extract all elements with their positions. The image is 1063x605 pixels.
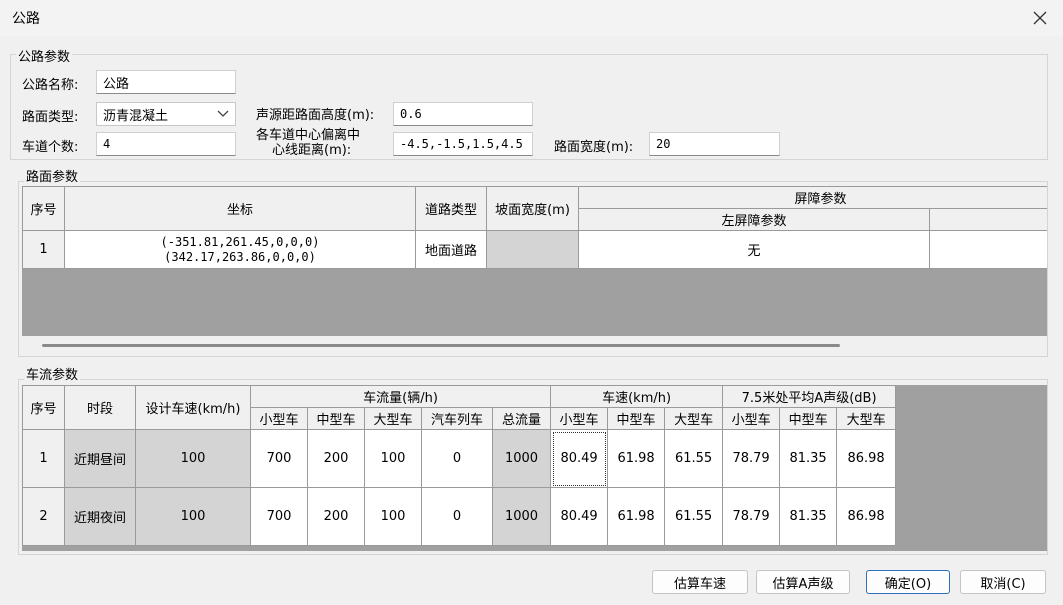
surface-header-road-type: 道路类型 (415, 186, 487, 231)
source-height-input[interactable]: 0.6 (393, 102, 533, 126)
horizontal-scrollbar[interactable] (22, 336, 1047, 354)
surface-type-value: 沥青混凝土 (103, 108, 169, 124)
speed-small-cell[interactable]: 80.49 (550, 487, 609, 546)
traffic-header-speed: 车速(km/h) (550, 385, 724, 408)
db-small-cell[interactable]: 78.79 (722, 487, 781, 546)
close-button[interactable] (1025, 4, 1055, 32)
title-bar: 公路 (0, 0, 1063, 36)
db-large-cell[interactable]: 86.98 (836, 429, 897, 488)
surface-header-barrier: 屏障参数 (577, 186, 1047, 209)
scrollbar-thumb[interactable] (42, 344, 840, 347)
flow-large-cell[interactable]: 100 (364, 487, 422, 546)
flow-total-cell: 1000 (491, 429, 552, 488)
header-speed-medium: 中型车 (607, 407, 666, 430)
speed-large-cell[interactable]: 61.55 (664, 487, 724, 546)
surface-row-index: 1 (22, 230, 65, 269)
traffic-header-noise: 7.5米处平均A声级(dB) (722, 385, 897, 408)
road-params-title: 公路参数 (16, 46, 73, 65)
surface-table-area[interactable]: 序号 坐标 道路类型 坡面宽度(m) 屏障参数 左屏障参数 1 (-351.81… (22, 186, 1047, 354)
surface-row-coords[interactable]: (-351.81,261.45,0,0,0) (342.17,263.86,0,… (64, 230, 416, 269)
traffic-row-period: 近期昼间 (64, 429, 136, 488)
surface-header-index: 序号 (22, 186, 65, 231)
flow-small-cell[interactable]: 700 (250, 429, 308, 488)
db-medium-cell[interactable]: 81.35 (779, 429, 838, 488)
flow-small-cell[interactable]: 700 (250, 487, 308, 546)
header-flow-small: 小型车 (250, 407, 308, 430)
road-width-input[interactable]: 20 (649, 132, 780, 156)
flow-train-cell[interactable]: 0 (421, 429, 493, 488)
db-medium-cell[interactable]: 81.35 (779, 487, 838, 546)
traffic-params-title: 车流参数 (24, 364, 81, 383)
coord-line-1: (-351.81,261.45,0,0,0) (160, 234, 320, 249)
surface-row-road-type[interactable]: 地面道路 (415, 230, 487, 269)
traffic-row-index: 2 (22, 487, 65, 546)
estimate-level-button[interactable]: 估算A声级 (756, 570, 850, 594)
surface-row-left-barrier[interactable]: 无 (578, 230, 930, 269)
coord-line-2: (342.17,263.86,0,0,0) (164, 249, 316, 264)
source-height-label: 声源距路面高度(m): (256, 108, 375, 123)
road-name-label: 公路名称: (22, 78, 79, 93)
lane-offset-label-2: 心线距离(m): (272, 143, 352, 158)
table-row[interactable]: 1 (-351.81,261.45,0,0,0) (342.17,263.86,… (22, 230, 1047, 269)
surface-type-select[interactable]: 沥青混凝土 (96, 102, 236, 126)
close-icon (1033, 11, 1047, 25)
header-flow-train: 汽车列车 (421, 407, 493, 430)
speed-medium-cell[interactable]: 61.98 (607, 429, 666, 488)
header-db-large: 大型车 (836, 407, 897, 430)
lane-offset-input[interactable]: -4.5,-1.5,1.5,4.5 (393, 132, 533, 156)
estimate-speed-button[interactable]: 估算车速 (652, 570, 748, 594)
traffic-row-index: 1 (22, 429, 65, 488)
header-flow-total: 总流量 (491, 407, 552, 430)
flow-large-cell[interactable]: 100 (364, 429, 422, 488)
traffic-row-period: 近期夜间 (64, 487, 136, 546)
speed-medium-cell[interactable]: 61.98 (607, 487, 666, 546)
header-speed-large: 大型车 (664, 407, 724, 430)
surface-header-coords: 坐标 (64, 186, 416, 231)
db-large-cell[interactable]: 86.98 (836, 487, 897, 546)
traffic-row-design-speed: 100 (135, 487, 251, 546)
traffic-table-area[interactable]: 序号 时段 设计车速(km/h) 车流量(辆/h) 车速(km/h) 7.5米处… (22, 385, 1047, 551)
flow-train-cell[interactable]: 0 (421, 487, 493, 546)
db-small-cell[interactable]: 78.79 (722, 429, 781, 488)
flow-medium-cell[interactable]: 200 (307, 429, 365, 488)
lanes-input[interactable]: 4 (96, 132, 236, 156)
traffic-header-flow: 车流量(辆/h) (249, 385, 552, 408)
header-flow-large: 大型车 (364, 407, 422, 430)
surface-table: 序号 坐标 道路类型 坡面宽度(m) 屏障参数 左屏障参数 1 (-351.81… (22, 186, 1047, 269)
speed-large-cell[interactable]: 61.55 (664, 429, 724, 488)
speed-small-cell[interactable]: 80.49 (550, 429, 609, 488)
cancel-button[interactable]: 取消(C) (960, 570, 1046, 594)
surface-type-label: 路面类型: (22, 110, 79, 125)
surface-params-title: 路面参数 (24, 166, 81, 185)
header-db-small: 小型车 (722, 407, 781, 430)
table-row[interactable]: 1 近期昼间 100 700 200 100 0 1000 80.49 61.9… (22, 429, 897, 488)
table-row[interactable]: 2 近期夜间 100 700 200 100 0 1000 80.49 61.9… (22, 487, 897, 546)
surface-header-left-barrier: 左屏障参数 (578, 208, 930, 231)
chevron-down-icon (217, 110, 229, 117)
road-width-label: 路面宽度(m): (554, 140, 634, 155)
traffic-header-period: 时段 (64, 385, 136, 430)
traffic-header-design-speed: 设计车速(km/h) (135, 385, 251, 430)
flow-total-cell: 1000 (491, 487, 552, 546)
traffic-header-index: 序号 (22, 385, 65, 430)
header-flow-medium: 中型车 (307, 407, 365, 430)
surface-header-slope-width: 坡面宽度(m) (486, 186, 579, 231)
flow-medium-cell[interactable]: 200 (307, 487, 365, 546)
header-speed-small: 小型车 (550, 407, 609, 430)
window-title: 公路 (12, 11, 40, 27)
surface-row-right-barrier[interactable] (928, 230, 1047, 269)
lanes-label: 车道个数: (22, 140, 79, 155)
traffic-table: 序号 时段 设计车速(km/h) 车流量(辆/h) 车速(km/h) 7.5米处… (22, 385, 897, 546)
surface-row-slope-width (486, 230, 579, 269)
traffic-row-design-speed: 100 (135, 429, 251, 488)
header-db-medium: 中型车 (779, 407, 838, 430)
ok-button[interactable]: 确定(O) (866, 570, 950, 594)
road-name-input[interactable]: 公路 (96, 70, 236, 94)
surface-header-right-barrier (928, 208, 1047, 231)
